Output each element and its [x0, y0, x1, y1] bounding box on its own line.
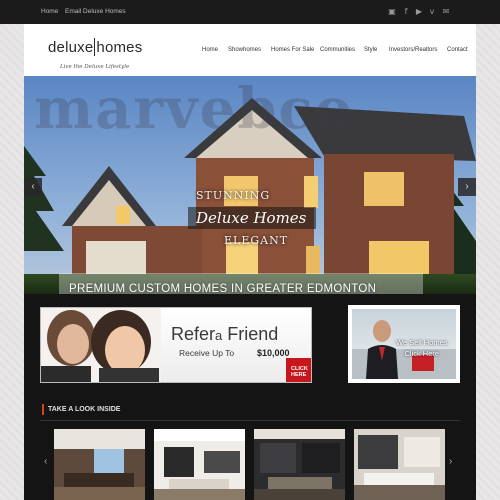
watermark: marvebco — [34, 76, 354, 142]
caption-stunning: STUNNING — [196, 189, 271, 202]
we-sell-line-2: Click Here — [404, 349, 440, 358]
nav-communities[interactable]: Communities — [320, 47, 355, 53]
interior-thumb-4[interactable] — [354, 429, 445, 500]
hero-headline: PREMIUM CUSTOM HOMES IN GREATER EDMONTON — [69, 283, 377, 294]
slider-prev-button[interactable]: ‹ — [24, 178, 42, 196]
click-line-2: HERE — [291, 372, 307, 378]
interior-photo-kitchen-dark — [254, 429, 345, 500]
interior-photo-dining — [154, 429, 245, 500]
facebook-icon[interactable]: f — [402, 7, 410, 16]
top-link-home[interactable]: Home — [41, 8, 58, 15]
click-here-label: CLICK HERE — [291, 366, 308, 378]
carousel-prev-button[interactable]: ‹ — [44, 456, 47, 467]
site-logo[interactable]: deluxe homes — [48, 38, 142, 56]
we-sell-homes-banner[interactable]: We Sell Homes Click Here — [348, 305, 460, 383]
hero-slider: marvebco ‹ › STUNNING Deluxe Homes ELEGA… — [24, 76, 476, 294]
section-divider — [40, 420, 460, 421]
slider-next-button[interactable]: › — [458, 178, 476, 196]
interior-thumb-2[interactable] — [154, 429, 245, 500]
page-container: deluxe homes Live the Deluxe Lifestyle Ho… — [24, 24, 476, 500]
site-header: deluxe homes Live the Deluxe Lifestyle Ho… — [24, 24, 476, 76]
caption-elegant: ELEGANT — [224, 234, 289, 247]
top-bar: Home Email Deluxe Homes ▣ f ▶ v ✉ — [0, 0, 500, 24]
we-sell-homes-image: We Sell Homes Click Here — [352, 309, 456, 379]
chevron-left-icon: ‹ — [44, 456, 48, 467]
email-icon[interactable]: ✉ — [442, 7, 450, 16]
look-inside-title: TAKE A LOOK INSIDE — [48, 406, 121, 413]
chevron-right-icon: › — [449, 456, 453, 467]
interior-photo-kitchen-island — [354, 429, 445, 500]
logo-word-deluxe: deluxe — [48, 39, 94, 56]
interior-photo-kitchen — [54, 429, 145, 500]
nav-investors-realtors[interactable]: Investors/Realtors — [389, 47, 437, 53]
caption-deluxe-homes: Deluxe Homes — [196, 209, 307, 227]
carousel-next-button[interactable]: › — [449, 456, 452, 467]
refer-a-friend-banner[interactable]: Refera Friend Receive Up To $10,000 CLIC… — [40, 307, 312, 383]
refer-title-friend: Friend — [227, 324, 279, 344]
nav-homes-for-sale[interactable]: Homes For Sale — [271, 47, 314, 53]
refer-title-refer: Refer — [171, 324, 216, 344]
refer-subtitle: Receive Up To — [179, 348, 235, 358]
logo-word-homes: homes — [96, 39, 143, 56]
nav-style[interactable]: Style — [364, 47, 377, 53]
interior-thumb-3[interactable] — [254, 429, 345, 500]
refer-amount: $10,000 — [257, 348, 290, 358]
section-accent-bar — [42, 404, 44, 415]
linkedin-icon[interactable]: ▣ — [388, 7, 396, 16]
we-sell-line-1: We Sell Homes — [396, 338, 448, 347]
nav-home[interactable]: Home — [202, 47, 218, 53]
top-link-email[interactable]: Email Deluxe Homes — [65, 8, 126, 15]
refer-title: Refera Friend — [171, 324, 278, 345]
nav-contact[interactable]: Contact — [447, 47, 468, 53]
nav-showhomes[interactable]: Showhomes — [228, 47, 261, 53]
youtube-icon[interactable]: ▶ — [415, 7, 423, 16]
interior-thumb-1[interactable] — [54, 429, 145, 500]
refer-title-a: a — [215, 328, 223, 343]
tagline: Live the Deluxe Lifestyle — [60, 64, 130, 70]
vimeo-icon[interactable]: v — [428, 7, 436, 16]
refer-photo — [41, 308, 161, 382]
chevron-right-icon: › — [465, 181, 469, 192]
we-sell-text: We Sell Homes Click Here — [396, 337, 448, 359]
chevron-left-icon: ‹ — [31, 181, 35, 192]
